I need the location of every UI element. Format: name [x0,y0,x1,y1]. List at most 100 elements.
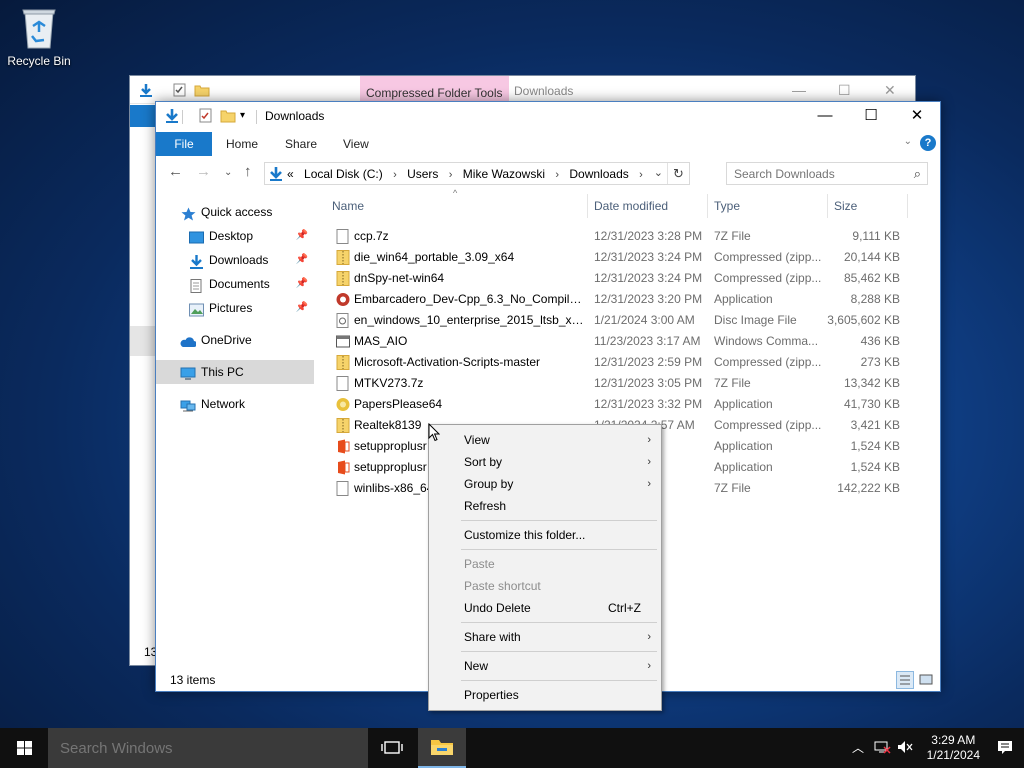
help-icon[interactable]: ? [920,135,936,151]
table-row[interactable]: Embarcadero_Dev-Cpp_6.3_No_Compiler... 12… [326,289,908,310]
start-button[interactable] [0,728,48,768]
pin-icon[interactable]: 📌 [296,224,308,248]
file-size: 1,524 KB [850,460,900,474]
expand-ribbon-chevron-icon[interactable]: ⌄ [904,136,912,147]
details-view-icon[interactable] [896,671,914,689]
menu-item-properties[interactable]: Properties [431,684,659,706]
menu-item-paste-shortcut[interactable]: Paste shortcut [431,575,659,597]
forward-arrow-icon[interactable]: → [196,163,211,180]
volume-muted-icon[interactable] [896,739,914,758]
tab-view[interactable]: View [343,132,369,156]
pin-icon[interactable]: 📌 [296,296,308,320]
back-new-folder-icon [194,82,210,98]
breadcrumb-separator-icon[interactable]: › [393,169,397,181]
menu-item-paste[interactable]: Paste [431,553,659,575]
tab-home[interactable]: Home [226,132,258,156]
table-row[interactable]: ccp.7z 12/31/2023 3:28 PM 7Z File 9,111 KB [326,226,908,247]
back-window-titlebar[interactable]: Compressed Folder Tools Downloads — ☐ ✕ [130,76,915,104]
nav-downloads[interactable]: Downloads 📌 [156,248,314,272]
breadcrumb-user-folder[interactable]: Mike Wazowski [463,167,545,181]
properties-quick-icon[interactable] [198,108,214,124]
taskbar-search-input[interactable] [60,738,350,758]
nav-onedrive[interactable]: OneDrive [156,328,314,352]
search-input[interactable] [734,164,904,184]
tab-share[interactable]: Share [285,132,317,156]
pin-icon[interactable]: 📌 [296,272,308,296]
task-view-button[interactable] [372,728,412,768]
nav-this-pc[interactable]: This PC [156,360,314,384]
menu-item-customize-label: Customize this folder... [464,528,586,542]
back-close-icon[interactable]: ✕ [884,82,896,99]
back-minimize-icon[interactable]: — [792,82,806,98]
archive7z-file-icon [336,481,350,496]
network-status-icon[interactable] [874,739,892,758]
nav-quick-access[interactable]: Quick access [156,200,314,224]
table-row[interactable]: en_windows_10_enterprise_2015_ltsb_x64..… [326,310,908,331]
menu-item-customize-folder[interactable]: Customize this folder... [431,524,659,546]
file-name: ccp.7z [354,229,389,243]
file-date-modified: 11/23/2023 3:17 AM [594,334,701,348]
nav-network-label: Network [201,397,246,411]
taskbar-file-explorer[interactable] [418,728,466,768]
menu-item-undo-delete[interactable]: Undo Delete Ctrl+Z [431,597,659,619]
large-icons-view-icon[interactable] [917,671,935,689]
recycle-bin-shortcut[interactable]: Recycle Bin [4,6,74,76]
breadcrumb-separator-icon[interactable]: › [555,169,559,181]
table-row[interactable]: Microsoft-Activation-Scripts-master 12/31… [326,352,908,373]
up-arrow-icon[interactable]: ↑ [244,163,252,180]
column-date-modified[interactable]: Date modified [588,194,708,218]
close-icon[interactable]: ✕ [894,102,940,130]
table-row[interactable]: MAS_AIO 11/23/2023 3:17 AM Windows Comma..… [326,331,908,352]
archive7z-file-icon [336,229,350,244]
back-maximize-icon[interactable]: ☐ [838,82,851,99]
nav-desktop-label: Desktop [209,229,254,243]
show-hidden-icons-chevron-icon[interactable]: ︿ [852,739,864,756]
new-folder-quick-icon[interactable] [220,108,236,124]
back-compressed-folder-tools-tab[interactable]: Compressed Folder Tools [360,76,509,104]
back-arrow-icon[interactable]: ← [168,163,183,180]
back-file-tab[interactable] [130,105,156,127]
menu-item-group-by[interactable]: Group by › [431,473,659,495]
nav-this-pc-label: This PC [201,365,244,379]
recent-locations-chevron-icon[interactable]: ⌄ [224,167,232,178]
table-row[interactable]: PapersPlease64 12/31/2023 3:32 PM Applicat… [326,394,908,415]
address-bar[interactable]: « Local Disk (C:) › Users › Mike Wazowsk… [264,162,690,185]
breadcrumb-downloads[interactable]: Downloads [569,167,628,181]
file-date-modified: 12/31/2023 3:05 PM [594,376,703,390]
nav-network[interactable]: Network [156,392,314,416]
menu-item-sort-by[interactable]: Sort by › [431,451,659,473]
breadcrumb-overflow[interactable]: « [287,167,294,181]
breadcrumb-separator-icon[interactable]: › [639,169,643,181]
column-type[interactable]: Type [708,194,828,218]
pin-icon[interactable]: 📌 [296,248,308,272]
refresh-icon[interactable]: ↻ [667,163,689,184]
breadcrumb-separator-icon[interactable]: › [449,169,453,181]
tab-file[interactable]: File [156,132,212,156]
menu-item-view[interactable]: View › [431,429,659,451]
table-row[interactable]: dnSpy-net-win64 12/31/2023 3:24 PM Compres… [326,268,908,289]
table-row[interactable]: MTKV273.7z 12/31/2023 3:05 PM 7Z File 13,34… [326,373,908,394]
clock[interactable]: 3:29 AM 1/21/2024 [927,733,980,763]
nav-pictures[interactable]: Pictures 📌 [156,296,314,320]
nav-desktop[interactable]: Desktop 📌 [156,224,314,248]
customize-toolbar-chevron-icon[interactable]: ▾ [240,110,256,126]
minimize-icon[interactable]: — [802,102,848,130]
action-center-icon[interactable] [996,739,1014,758]
table-row[interactable]: die_win64_portable_3.09_x64 12/31/2023 3:… [326,247,908,268]
downloads-folder-icon [189,253,204,269]
window-titlebar[interactable]: ▾ Downloads — ☐ ✕ [156,102,940,130]
menu-item-new[interactable]: New › [431,655,659,677]
breadcrumb-users[interactable]: Users [407,167,438,181]
address-dropdown-chevron-icon[interactable]: ⌄ [654,166,663,179]
breadcrumb-local-disk[interactable]: Local Disk (C:) [304,167,383,181]
undo-shortcut-label: Ctrl+Z [608,601,641,615]
taskbar-search[interactable] [48,728,368,768]
zip-file-icon [336,418,350,433]
maximize-icon[interactable]: ☐ [848,102,894,130]
menu-item-share-with[interactable]: Share with › [431,626,659,648]
menu-item-refresh[interactable]: Refresh [431,495,659,517]
search-box[interactable]: ⌕ [726,162,928,185]
nav-documents[interactable]: Documents 📌 [156,272,314,296]
column-name[interactable]: Name [326,194,588,218]
column-size[interactable]: Size [828,194,908,218]
